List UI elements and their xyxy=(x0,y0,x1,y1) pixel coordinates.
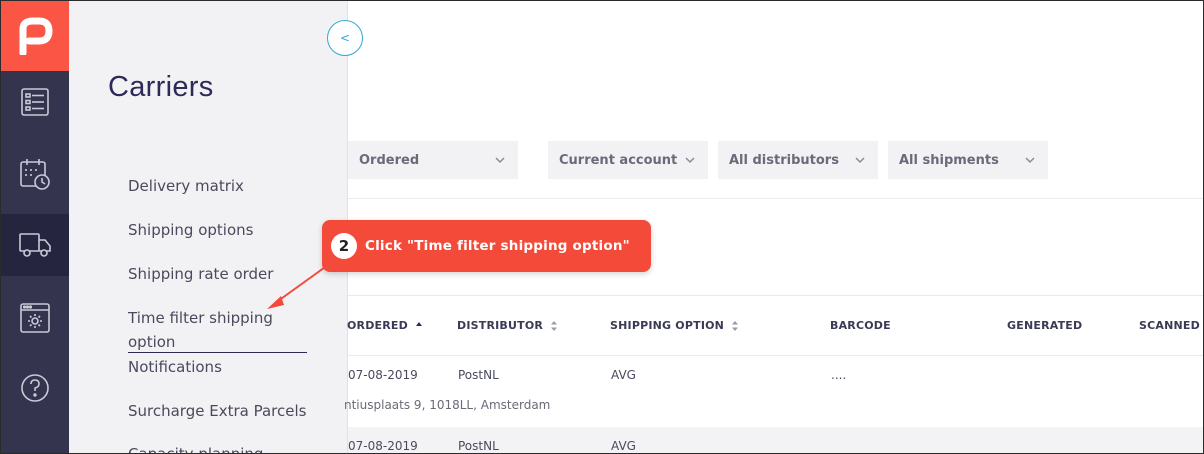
distributor-filter-select[interactable]: All distributors xyxy=(718,141,878,179)
column-header-ordered[interactable]: ORDERED xyxy=(347,319,423,332)
parcel-logo-icon[interactable] xyxy=(1,1,69,71)
cell-barcode: .... xyxy=(831,368,847,382)
column-header-distributor[interactable]: DISTRIBUTOR xyxy=(457,319,558,332)
column-header-barcode[interactable]: BARCODE xyxy=(830,319,891,332)
shipment-filter-select[interactable]: All shipments xyxy=(888,141,1048,179)
cell-address: ntiusplaats 9, 1018LL, Amsterdam xyxy=(344,398,551,412)
calendar-clock-icon[interactable] xyxy=(1,143,69,205)
active-underline xyxy=(128,352,307,353)
collapse-sidebar-button[interactable]: < xyxy=(327,20,363,56)
column-header-label: DISTRIBUTOR xyxy=(457,319,544,332)
help-icon[interactable] xyxy=(1,357,69,419)
icon-rail xyxy=(1,1,69,453)
cell-shipping-option: AVG xyxy=(611,439,636,453)
subnav-item-time-filter-shipping-option[interactable]: Time filter shipping xyxy=(128,306,273,330)
account-filter-value: Current account xyxy=(559,152,678,168)
step-callout: 2 Click "Time filter shipping option" xyxy=(322,220,651,272)
cell-distributor: PostNL xyxy=(458,368,499,382)
column-header-shipping-option[interactable]: SHIPPING OPTION xyxy=(610,319,739,332)
sort-icon xyxy=(732,321,739,331)
subnav-item-delivery-matrix[interactable]: Delivery matrix xyxy=(128,174,244,198)
table-row[interactable]: 07-08-2019 PostNL AVG xyxy=(348,427,1203,453)
table-row[interactable]: 07-08-2019 PostNL AVG .... ntiusplaats 9… xyxy=(344,356,1203,426)
cell-shipping-option: AVG xyxy=(611,368,636,382)
page-title: Carriers xyxy=(108,71,214,103)
status-filter-select[interactable]: Ordered xyxy=(348,141,518,179)
column-header-label: ORDERED xyxy=(347,319,408,332)
list-icon[interactable] xyxy=(1,71,69,133)
subnav-item-surcharge-extra-parcels[interactable]: Surcharge Extra Parcels xyxy=(128,399,306,423)
column-header-label: SHIPPING OPTION xyxy=(610,319,725,332)
subnav-item-shipping-rate-order[interactable]: Shipping rate order xyxy=(128,262,273,286)
settings-window-icon[interactable] xyxy=(1,287,69,349)
app-window: Carriers Delivery matrix Shipping option… xyxy=(0,0,1204,454)
cell-ordered: 07-08-2019 xyxy=(348,368,418,382)
distributor-filter-value: All distributors xyxy=(729,152,839,168)
subnav-item-capacity-planning[interactable]: Capacity planning xyxy=(128,442,263,453)
chevron-down-icon xyxy=(495,157,505,164)
truck-icon[interactable] xyxy=(1,214,69,276)
subnav-item-shipping-options[interactable]: Shipping options xyxy=(128,218,253,242)
column-header-generated[interactable]: GENERATED xyxy=(1007,319,1082,332)
cell-ordered: 07-08-2019 xyxy=(348,439,418,453)
chevron-down-icon xyxy=(855,157,865,164)
shipment-filter-value: All shipments xyxy=(899,152,999,168)
subnav-item-notifications[interactable]: Notifications xyxy=(128,355,222,379)
sort-icon xyxy=(551,321,558,331)
account-filter-select[interactable]: Current account xyxy=(548,141,708,179)
chevron-down-icon xyxy=(685,157,695,164)
column-header-scanned[interactable]: SCANNED xyxy=(1139,319,1200,332)
sort-asc-icon xyxy=(415,322,422,326)
carriers-subnav: Carriers Delivery matrix Shipping option… xyxy=(69,1,348,453)
subnav-item-time-filter-shipping-option-line2[interactable]: option xyxy=(128,330,175,354)
cell-distributor: PostNL xyxy=(458,439,499,453)
table-divider xyxy=(348,295,1203,296)
chevron-down-icon xyxy=(1025,157,1035,164)
status-filter-value: Ordered xyxy=(359,152,420,168)
callout-text: Click "Time filter shipping option" xyxy=(365,238,630,254)
step-number-badge: 2 xyxy=(331,233,357,259)
